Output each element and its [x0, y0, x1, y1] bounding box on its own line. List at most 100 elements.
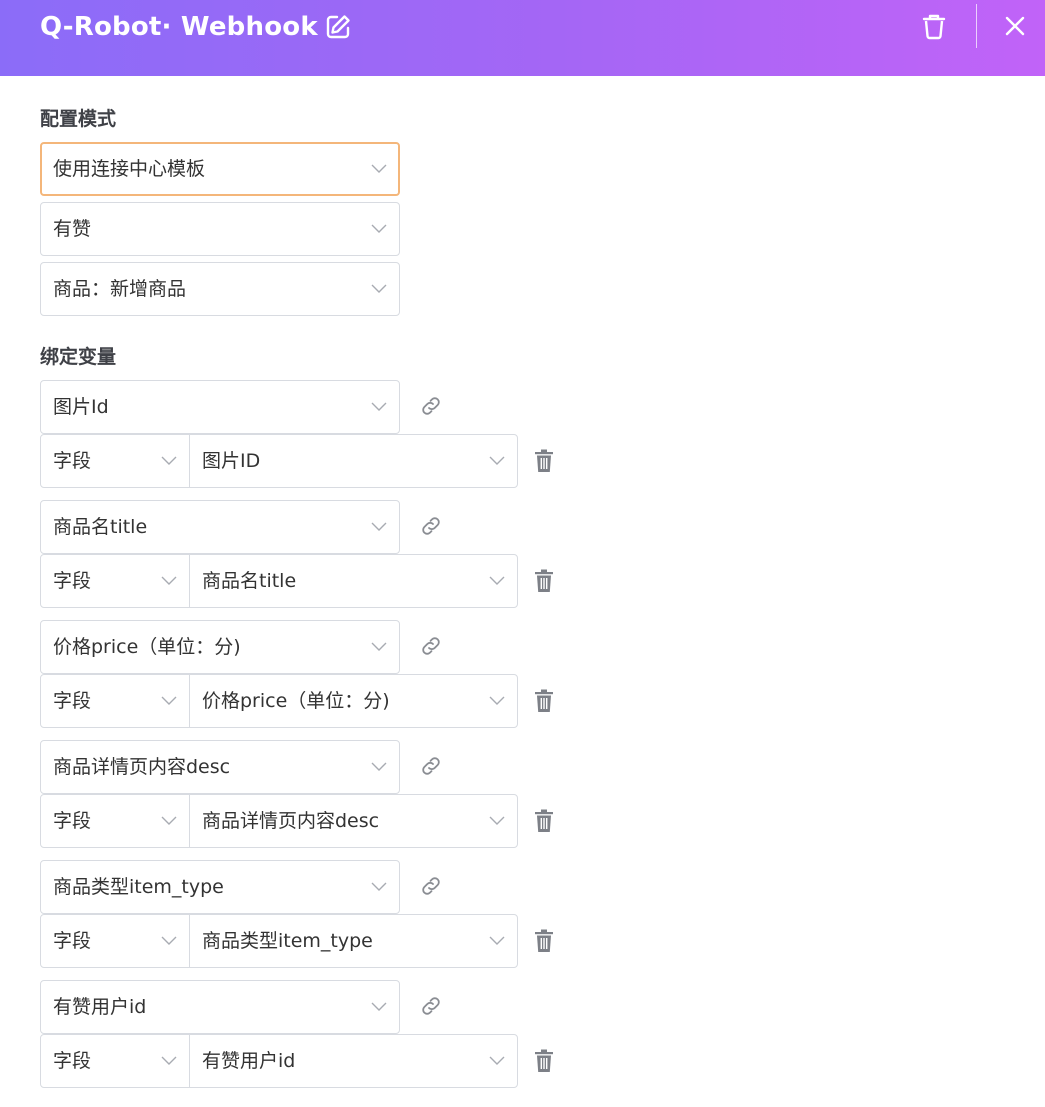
chevron-down-icon	[489, 1054, 505, 1066]
source-mapping: 字段 有赞用户id	[40, 1034, 518, 1088]
link-variable-button[interactable]	[419, 994, 443, 1018]
variable-value: 图片Id	[53, 396, 109, 418]
source-field-select[interactable]: 商品名title	[189, 554, 518, 608]
source-field-select[interactable]: 价格price（单位：分)	[189, 674, 518, 728]
source-type-value: 字段	[53, 930, 92, 952]
close-icon	[1005, 16, 1025, 36]
variable-value: 商品详情页内容desc	[53, 756, 231, 778]
chevron-down-icon	[371, 880, 387, 892]
variable-select[interactable]: 图片Id	[40, 380, 400, 434]
source-type-value: 字段	[53, 690, 92, 712]
trash-icon	[532, 808, 556, 834]
chevron-down-icon	[371, 760, 387, 772]
source-mapping: 字段 商品详情页内容desc	[40, 794, 518, 848]
link-variable-button[interactable]	[419, 754, 443, 778]
chevron-down-icon	[161, 934, 177, 946]
header-divider	[976, 4, 977, 48]
variable-select[interactable]: 商品名title	[40, 500, 400, 554]
trash-icon	[532, 928, 556, 954]
edit-title-button[interactable]	[323, 12, 353, 42]
variable-select[interactable]: 有赞用户id	[40, 980, 400, 1034]
source-field-value: 有赞用户id	[202, 1050, 296, 1072]
variable-value: 商品名title	[53, 516, 148, 538]
source-type-select[interactable]: 字段	[40, 554, 190, 608]
drawer-title: Q-Robot· Webhook	[40, 12, 318, 42]
delete-binding-button[interactable]	[532, 928, 556, 954]
source-mapping: 字段 图片ID	[40, 434, 518, 488]
close-button[interactable]	[999, 10, 1031, 42]
trash-icon	[532, 568, 556, 594]
link-icon	[419, 874, 443, 898]
source-type-value: 字段	[53, 570, 92, 592]
source-type-value: 字段	[53, 450, 92, 472]
trash-icon	[532, 688, 556, 714]
chevron-down-icon	[161, 694, 177, 706]
delete-binding-button[interactable]	[532, 1048, 556, 1074]
config-mode-value: 使用连接中心模板	[53, 158, 206, 180]
bind-variables-label: 绑定变量	[40, 346, 117, 368]
source-type-select[interactable]: 字段	[40, 794, 190, 848]
chevron-down-icon	[371, 640, 387, 652]
link-variable-button[interactable]	[419, 394, 443, 418]
chevron-down-icon	[489, 574, 505, 586]
drawer-header: Q-Robot· Webhook	[0, 0, 1045, 76]
trash-icon	[922, 14, 946, 40]
variable-select[interactable]: 商品类型item_type	[40, 860, 400, 914]
variable-value: 商品类型item_type	[53, 876, 224, 898]
delete-binding-button[interactable]	[532, 808, 556, 834]
chevron-down-icon	[161, 574, 177, 586]
link-icon	[419, 754, 443, 778]
variable-select[interactable]: 商品详情页内容desc	[40, 740, 400, 794]
delete-node-button[interactable]	[918, 10, 950, 42]
config-mode-label: 配置模式	[40, 108, 117, 130]
chevron-down-icon	[489, 694, 505, 706]
source-field-select[interactable]: 有赞用户id	[189, 1034, 518, 1088]
source-type-select[interactable]: 字段	[40, 434, 190, 488]
chevron-down-icon	[161, 454, 177, 466]
trash-icon	[532, 448, 556, 474]
delete-binding-button[interactable]	[532, 688, 556, 714]
edit-icon	[326, 15, 350, 39]
variable-select[interactable]: 价格price（单位：分)	[40, 620, 400, 674]
app-select[interactable]: 有赞	[40, 202, 400, 256]
source-type-select[interactable]: 字段	[40, 914, 190, 968]
event-select[interactable]: 商品：新增商品	[40, 262, 400, 316]
source-field-select[interactable]: 商品类型item_type	[189, 914, 518, 968]
chevron-down-icon	[161, 814, 177, 826]
link-icon	[419, 634, 443, 658]
link-icon	[419, 394, 443, 418]
source-type-value: 字段	[53, 810, 92, 832]
source-field-select[interactable]: 商品详情页内容desc	[189, 794, 518, 848]
chevron-down-icon	[371, 400, 387, 412]
link-variable-button[interactable]	[419, 874, 443, 898]
source-type-value: 字段	[53, 1050, 92, 1072]
chevron-down-icon	[371, 282, 387, 294]
trash-icon	[532, 1048, 556, 1074]
source-type-select[interactable]: 字段	[40, 1034, 190, 1088]
variable-value: 价格price（单位：分)	[53, 636, 241, 658]
chevron-down-icon	[489, 454, 505, 466]
app-value: 有赞	[53, 218, 92, 240]
source-field-value: 商品详情页内容desc	[202, 810, 380, 832]
delete-binding-button[interactable]	[532, 568, 556, 594]
chevron-down-icon	[371, 222, 387, 234]
link-icon	[419, 514, 443, 538]
delete-binding-button[interactable]	[532, 448, 556, 474]
source-type-select[interactable]: 字段	[40, 674, 190, 728]
source-field-value: 图片ID	[202, 450, 261, 472]
chevron-down-icon	[371, 1000, 387, 1012]
chevron-down-icon	[489, 814, 505, 826]
chevron-down-icon	[371, 520, 387, 532]
source-field-select[interactable]: 图片ID	[189, 434, 518, 488]
source-field-value: 商品名title	[202, 570, 297, 592]
source-field-value: 商品类型item_type	[202, 930, 373, 952]
link-variable-button[interactable]	[419, 514, 443, 538]
config-mode-select[interactable]: 使用连接中心模板	[40, 142, 400, 196]
link-variable-button[interactable]	[419, 634, 443, 658]
source-mapping: 字段 价格price（单位：分)	[40, 674, 518, 728]
source-mapping: 字段 商品名title	[40, 554, 518, 608]
chevron-down-icon	[371, 162, 387, 174]
event-value: 商品：新增商品	[53, 278, 187, 300]
source-field-value: 价格price（单位：分)	[202, 690, 390, 712]
chevron-down-icon	[161, 1054, 177, 1066]
